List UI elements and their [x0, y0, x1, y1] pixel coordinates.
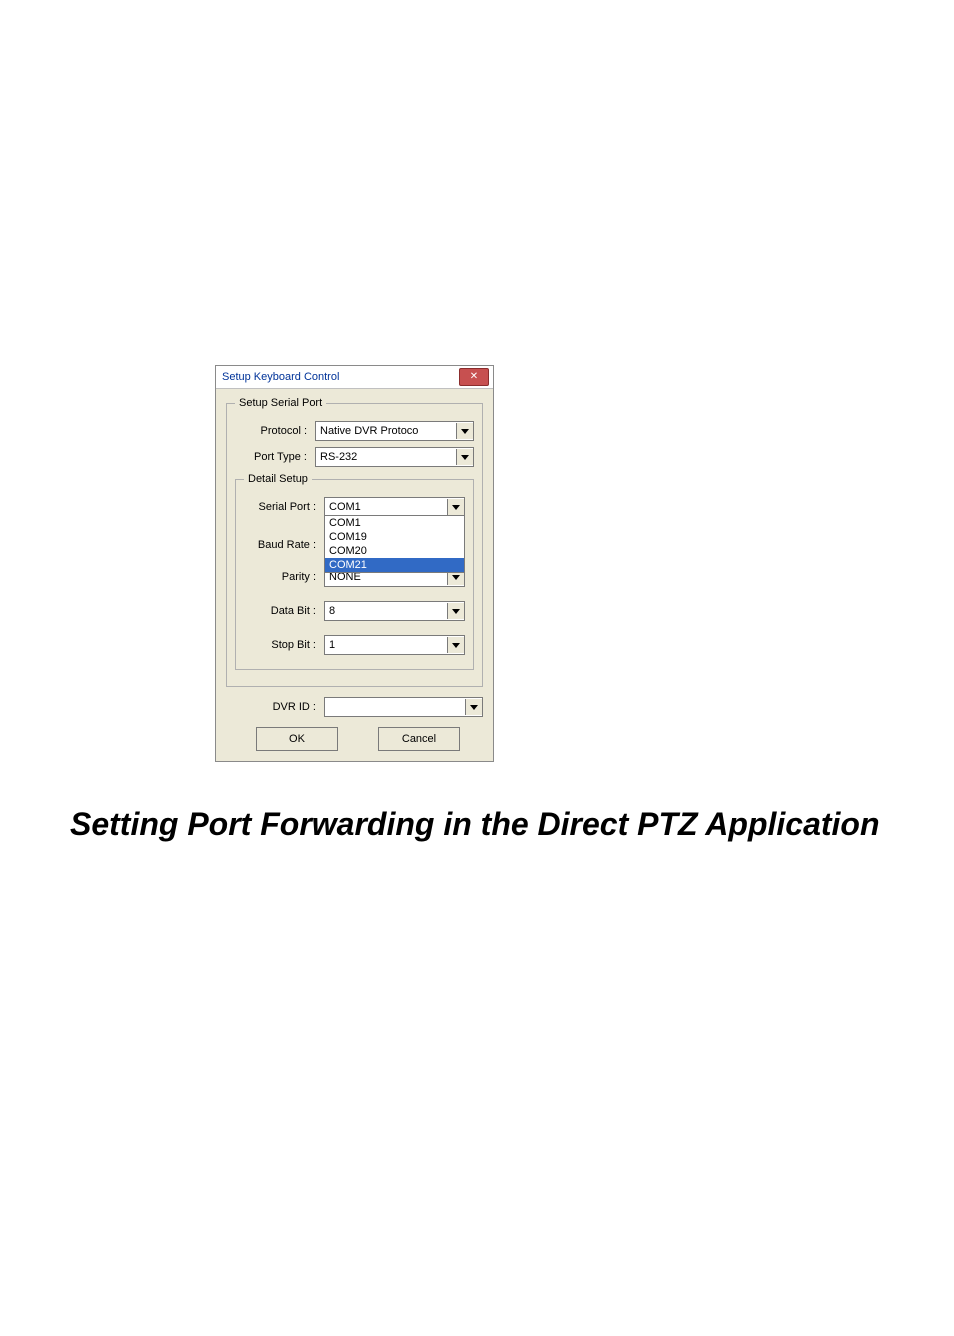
serial-port-option[interactable]: COM21 — [325, 558, 464, 572]
dialog-title: Setup Keyboard Control — [222, 371, 339, 383]
chevron-down-icon — [452, 505, 460, 510]
chevron-down-icon — [470, 705, 478, 710]
port-type-dropdown-button[interactable] — [456, 449, 473, 465]
chevron-down-icon — [461, 429, 469, 434]
cancel-button-label: Cancel — [402, 733, 436, 745]
port-type-combo[interactable]: RS-232 — [315, 447, 474, 467]
stop-bit-dropdown-button[interactable] — [447, 637, 464, 653]
serial-port-combo[interactable]: COM1 COM1 COM19 COM20 COM21 — [324, 497, 465, 517]
close-icon: ✕ — [470, 372, 478, 382]
serial-port-dropdown-list: COM1 COM19 COM20 COM21 — [324, 515, 465, 573]
dvr-id-combo[interactable] — [324, 697, 483, 717]
ok-button[interactable]: OK — [256, 727, 338, 751]
chevron-down-icon — [461, 455, 469, 460]
data-bit-dropdown-button[interactable] — [447, 603, 464, 619]
serial-port-option[interactable]: COM20 — [325, 544, 464, 558]
serial-port-value: COM1 — [329, 501, 361, 513]
dvr-id-dropdown-button[interactable] — [465, 699, 482, 715]
chevron-down-icon — [452, 643, 460, 648]
data-bit-value: 8 — [329, 605, 335, 617]
ok-button-label: OK — [289, 733, 305, 745]
section-heading: Setting Port Forwarding in the Direct PT… — [70, 805, 884, 843]
protocol-combo[interactable]: Native DVR Protoco — [315, 421, 474, 441]
dvr-id-label: DVR ID : — [226, 701, 324, 713]
group-setup-serial-port: Setup Serial Port Protocol : Native DVR … — [226, 397, 483, 687]
cancel-button[interactable]: Cancel — [378, 727, 460, 751]
serial-port-label: Serial Port : — [244, 501, 324, 513]
parity-label: Parity : — [244, 571, 324, 583]
serial-port-dropdown-button[interactable] — [447, 499, 464, 515]
baud-rate-label: Baud Rate : — [244, 539, 324, 551]
data-bit-combo[interactable]: 8 — [324, 601, 465, 621]
stop-bit-label: Stop Bit : — [244, 639, 324, 651]
group-detail-setup-legend: Detail Setup — [244, 473, 312, 485]
port-type-value: RS-232 — [320, 451, 357, 463]
group-setup-serial-port-legend: Setup Serial Port — [235, 397, 326, 409]
chevron-down-icon — [452, 609, 460, 614]
serial-port-option[interactable]: COM19 — [325, 530, 464, 544]
chevron-down-icon — [452, 575, 460, 580]
group-detail-setup: Detail Setup Serial Port : COM1 COM1 COM… — [235, 473, 474, 670]
protocol-dropdown-button[interactable] — [456, 423, 473, 439]
port-type-label: Port Type : — [235, 451, 315, 463]
setup-keyboard-control-dialog: Setup Keyboard Control ✕ Setup Serial Po… — [215, 365, 494, 762]
stop-bit-value: 1 — [329, 639, 335, 651]
stop-bit-combo[interactable]: 1 — [324, 635, 465, 655]
protocol-label: Protocol : — [235, 425, 315, 437]
data-bit-label: Data Bit : — [244, 605, 324, 617]
serial-port-option[interactable]: COM1 — [325, 516, 464, 530]
close-button[interactable]: ✕ — [459, 368, 489, 386]
protocol-value: Native DVR Protoco — [320, 425, 418, 437]
dialog-titlebar: Setup Keyboard Control ✕ — [216, 366, 493, 389]
